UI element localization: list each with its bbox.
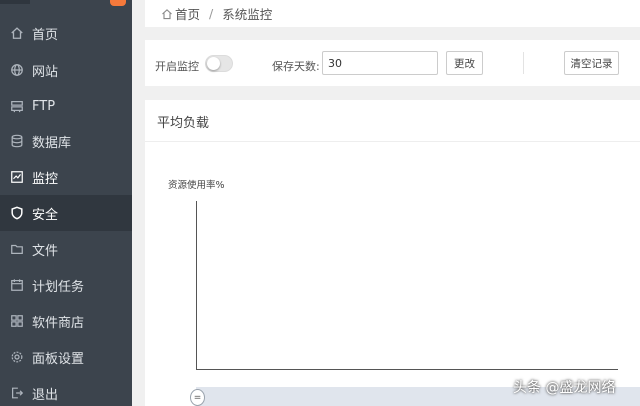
sidebar-item-label: 监控 bbox=[32, 171, 59, 187]
logout-icon bbox=[10, 386, 24, 400]
sidebar: 首页 网站 FTP 数据库 监控 安全 文件 计划任务 软件商店 面板设置 退出 bbox=[0, 0, 132, 406]
breadcrumb-home-link[interactable]: 首页 bbox=[175, 4, 200, 23]
monitor-control-bar: 开启监控 保存天数: 更改 清空记录 bbox=[145, 40, 640, 86]
apps-icon bbox=[10, 314, 24, 328]
chart-x-axis bbox=[196, 369, 618, 370]
sidebar-item-cron[interactable]: 计划任务 bbox=[0, 267, 132, 303]
change-button[interactable]: 更改 bbox=[446, 51, 483, 75]
toggle-knob bbox=[207, 57, 220, 70]
sidebar-item-label: 计划任务 bbox=[32, 279, 85, 295]
sidebar-item-label: 数据库 bbox=[32, 135, 72, 151]
sidebar-item-label: 退出 bbox=[32, 387, 59, 403]
save-days-input[interactable] bbox=[322, 51, 438, 75]
monitor-toggle[interactable] bbox=[205, 55, 233, 72]
sidebar-item-label: 安全 bbox=[32, 207, 59, 223]
chart-y-axis-label: 资源使用率% bbox=[168, 180, 225, 191]
breadcrumb-separator: / bbox=[209, 6, 214, 21]
panel-divider bbox=[145, 141, 640, 142]
sidebar-item-logout[interactable]: 退出 bbox=[0, 375, 132, 406]
chart-y-axis bbox=[196, 201, 197, 370]
sidebar-item-label: 文件 bbox=[32, 243, 59, 259]
sidebar-item-files[interactable]: 文件 bbox=[0, 231, 132, 267]
sidebar-item-settings[interactable]: 面板设置 bbox=[0, 339, 132, 375]
sidebar-item-label: 面板设置 bbox=[32, 351, 85, 367]
sidebar-item-database[interactable]: 数据库 bbox=[0, 123, 132, 159]
shield-icon bbox=[10, 206, 24, 220]
sidebar-item-app-store[interactable]: 软件商店 bbox=[0, 303, 132, 339]
breadcrumb: 首页 / 系统监控 bbox=[145, 0, 640, 27]
sidebar-item-label: 网站 bbox=[32, 64, 59, 80]
home-icon[interactable] bbox=[161, 8, 173, 20]
database-icon bbox=[10, 134, 24, 148]
slider-handle[interactable]: = bbox=[190, 389, 205, 406]
sidebar-item-security[interactable]: 安全 bbox=[0, 195, 132, 231]
sidebar-item-monitor[interactable]: 监控 bbox=[0, 159, 132, 195]
watermark: 头条 @盛龙网络 bbox=[513, 380, 616, 396]
home-icon bbox=[10, 26, 24, 40]
save-days-label: 保存天数: bbox=[272, 60, 320, 73]
calendar-icon bbox=[10, 278, 24, 292]
clear-records-button[interactable]: 清空记录 bbox=[564, 51, 619, 75]
monitor-icon bbox=[10, 170, 24, 184]
folder-icon bbox=[10, 242, 24, 256]
average-load-panel: 平均负载 资源使用率% = bbox=[145, 100, 640, 406]
notification-badge[interactable] bbox=[110, 0, 126, 6]
sidebar-item-label: 首页 bbox=[32, 27, 59, 43]
globe-icon bbox=[10, 63, 24, 77]
sidebar-item-home[interactable]: 首页 bbox=[0, 15, 132, 51]
panel-title: 平均负载 bbox=[157, 116, 210, 131]
ftp-icon bbox=[10, 99, 24, 113]
sidebar-item-ftp[interactable]: FTP bbox=[0, 88, 132, 124]
breadcrumb-current: 系统监控 bbox=[222, 7, 273, 22]
gear-icon bbox=[10, 350, 24, 364]
sidebar-item-label: FTP bbox=[32, 98, 56, 114]
sidebar-top-edge bbox=[0, 0, 30, 4]
monitor-toggle-label: 开启监控 bbox=[155, 60, 199, 73]
sidebar-item-website[interactable]: 网站 bbox=[0, 52, 132, 88]
handle-grip-icon: = bbox=[193, 392, 202, 403]
divider bbox=[523, 52, 524, 74]
sidebar-item-label: 软件商店 bbox=[32, 315, 85, 331]
